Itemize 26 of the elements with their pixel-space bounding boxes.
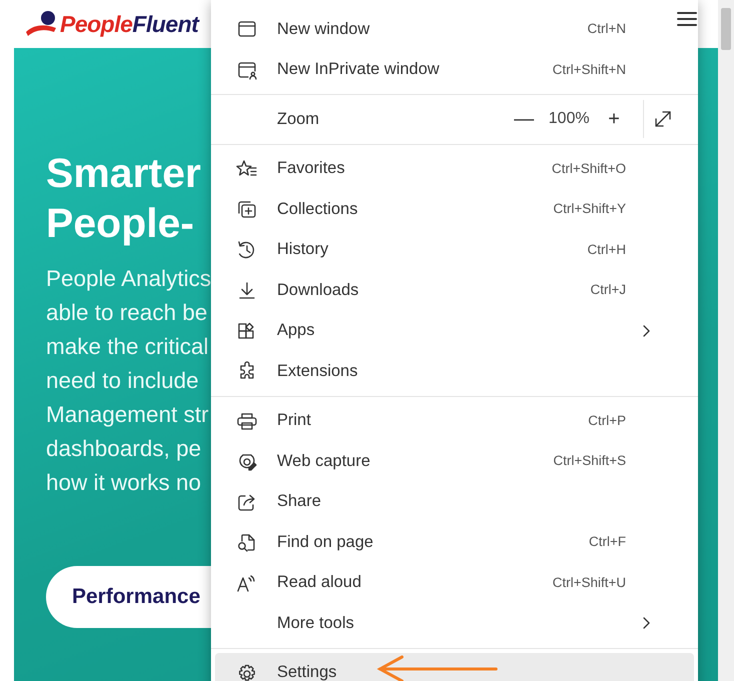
hero-text-line: Management str (46, 401, 209, 429)
menu-item[interactable]: Apps (215, 310, 694, 351)
hero-text-line: dashboards, pe (46, 435, 202, 463)
hero-text-line: how it works no (46, 469, 202, 497)
menu-item[interactable]: Settings (215, 652, 694, 681)
hero-heading-line: People- (46, 199, 194, 248)
hero-text-line: need to include (46, 367, 199, 395)
zoom-label: Zoom (277, 108, 320, 130)
menu-item[interactable]: Print Ctrl+P (215, 400, 694, 441)
zoom-value: 100% (548, 109, 590, 130)
menu-item[interactable]: New InPrivate window Ctrl+Shift+N (215, 50, 694, 90)
logo-text: PeopleFluent (60, 10, 198, 39)
menu-item[interactable]: History Ctrl+H (215, 230, 694, 270)
menu-item[interactable]: Extensions (215, 351, 694, 392)
menu-item[interactable]: Downloads Ctrl+J (215, 270, 694, 310)
menu-item[interactable]: Favorites Ctrl+Shift+O (215, 148, 694, 189)
hero-text-line: able to reach be (46, 299, 208, 327)
zoom-in-button[interactable]: + (599, 109, 629, 130)
hero-text-line: make the critical (46, 333, 209, 361)
hero-heading-line: Smarter (46, 149, 201, 198)
zoom-out-button[interactable]: — (509, 109, 539, 130)
menu-item[interactable]: Share (215, 482, 694, 522)
hero-text-line: People Analytics (46, 265, 212, 293)
menu-item[interactable]: Find on page Ctrl+F (215, 522, 694, 562)
menu-item[interactable]: Collections Ctrl+Shift+Y (215, 189, 694, 230)
menu-item[interactable]: Web capture Ctrl+Shift+S (215, 441, 694, 482)
